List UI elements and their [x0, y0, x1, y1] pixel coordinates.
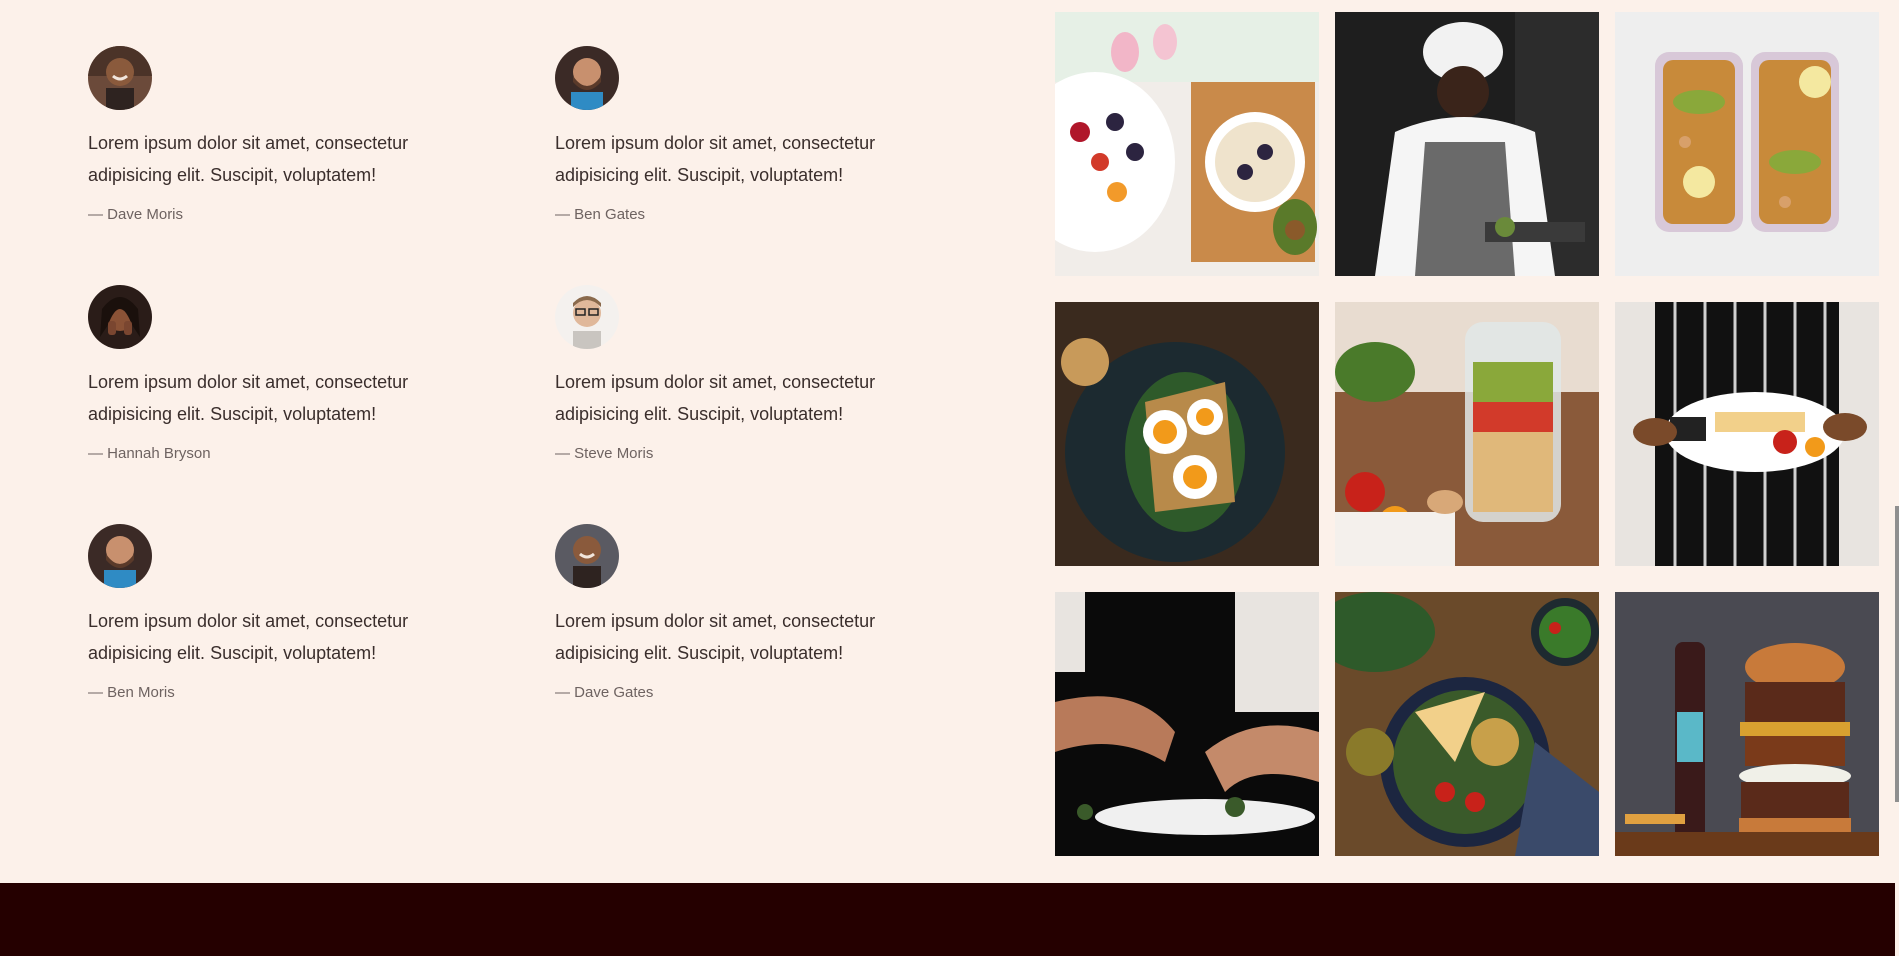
chef-plating-photo-icon: [1055, 592, 1319, 856]
testimonial-card: Lorem ipsum dolor sit amet, consectetur …: [555, 46, 1022, 285]
burger-stack-photo-icon: [1615, 592, 1879, 856]
testimonial-author: — Dave Gates: [555, 684, 654, 701]
testimonial-quote: Lorem ipsum dolor sit amet, consectetur …: [88, 372, 409, 424]
testimonial-quote: Lorem ipsum dolor sit amet, consectetur …: [555, 372, 876, 424]
avatar: [88, 46, 152, 110]
chef-cooking-photo-icon: [1335, 12, 1599, 276]
avatar: [555, 285, 619, 349]
testimonial-author: — Steve Moris: [555, 445, 654, 462]
testimonial-quote: Lorem ipsum dolor sit amet, consectetur …: [88, 611, 409, 663]
page: Lorem ipsum dolor sit amet, consectetur …: [0, 0, 1899, 956]
person-woman-avatar-icon: [88, 285, 152, 349]
gallery-image-meal-prep[interactable]: [1615, 12, 1879, 276]
testimonial-card: Lorem ipsum dolor sit amet, consectetur …: [555, 524, 1022, 763]
person-smiling-man-avatar-icon: [88, 46, 152, 110]
food-gallery: [1055, 12, 1879, 856]
testimonial-quote: Lorem ipsum dolor sit amet, consectetur …: [555, 611, 876, 663]
testimonial-quote: Lorem ipsum dolor sit amet, consectetur …: [88, 133, 409, 185]
gallery-image-chef-plating[interactable]: [1055, 592, 1319, 856]
avatar: [555, 524, 619, 588]
testimonial-card: Lorem ipsum dolor sit amet, consectetur …: [88, 285, 555, 524]
testimonial-author: — Ben Gates: [555, 206, 646, 223]
meal-prep-box-photo-icon: [1615, 12, 1879, 276]
testimonial-card: Lorem ipsum dolor sit amet, consectetur …: [88, 46, 555, 285]
gallery-image-fruit-bowl[interactable]: [1055, 12, 1319, 276]
person-smiling-man-avatar-icon: [555, 524, 619, 588]
testimonial-author: — Dave Moris: [88, 206, 184, 223]
avatar: [555, 46, 619, 110]
testimonial-quote: Lorem ipsum dolor sit amet, consectetur …: [555, 133, 876, 185]
gallery-image-buddha-bowl[interactable]: [1335, 592, 1599, 856]
testimonial-author: — Hannah Bryson: [88, 445, 211, 462]
gallery-image-egg-toast[interactable]: [1055, 302, 1319, 566]
avatar: [88, 285, 152, 349]
person-bearded-man-avatar-icon: [555, 46, 619, 110]
gallery-image-chef-cooking[interactable]: [1335, 12, 1599, 276]
fruit-bowl-photo-icon: [1055, 12, 1319, 276]
gallery-image-salad-jar[interactable]: [1335, 302, 1599, 566]
person-glasses-man-avatar-icon: [555, 285, 619, 349]
testimonials-section: Lorem ipsum dolor sit amet, consectetur …: [88, 46, 1048, 763]
gallery-image-burger[interactable]: [1615, 592, 1879, 856]
testimonial-card: Lorem ipsum dolor sit amet, consectetur …: [555, 285, 1022, 524]
testimonial-author: — Ben Moris: [88, 684, 175, 701]
egg-avocado-toast-photo-icon: [1055, 302, 1319, 566]
avatar: [88, 524, 152, 588]
buddha-bowl-photo-icon: [1335, 592, 1599, 856]
testimonial-card: Lorem ipsum dolor sit amet, consectetur …: [88, 524, 555, 763]
gallery-image-chef-plate[interactable]: [1615, 302, 1879, 566]
footer: [0, 883, 1895, 956]
chef-holding-plate-photo-icon: [1615, 302, 1879, 566]
salad-jar-photo-icon: [1335, 302, 1599, 566]
scrollbar-thumb[interactable]: [1895, 506, 1899, 802]
person-bearded-man-avatar-icon: [88, 524, 152, 588]
